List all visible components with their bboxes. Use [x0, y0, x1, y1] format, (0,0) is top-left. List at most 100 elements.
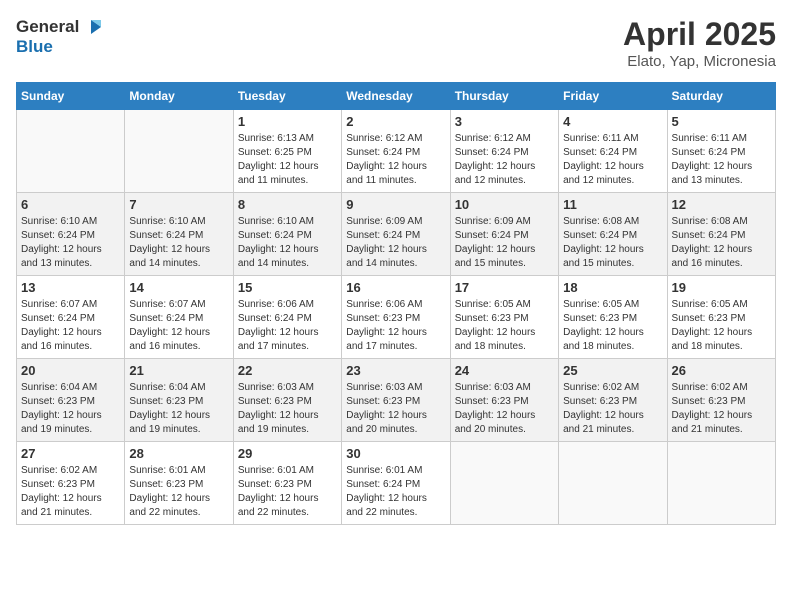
- calendar-cell: 28 Sunrise: 6:01 AM Sunset: 6:23 PM Dayli…: [125, 442, 233, 525]
- calendar-cell: 13 Sunrise: 6:07 AM Sunset: 6:24 PM Dayli…: [17, 276, 125, 359]
- calendar-table: SundayMondayTuesdayWednesdayThursdayFrid…: [16, 82, 776, 525]
- calendar-cell: 4 Sunrise: 6:11 AM Sunset: 6:24 PM Daylig…: [559, 110, 667, 193]
- day-number: 25: [563, 363, 662, 378]
- day-number: 18: [563, 280, 662, 295]
- day-info: Sunrise: 6:11 AM Sunset: 6:24 PM Dayligh…: [563, 132, 662, 188]
- calendar-cell: 30Sunrise: 6:01 AM Sunset: 6:24 PM Dayli…: [342, 442, 450, 525]
- day-info: Sunrise: 6:02 AM Sunset: 6:23 PM Dayligh…: [21, 464, 120, 520]
- calendar-cell: [667, 442, 775, 525]
- day-info: Sunrise: 6:02 AM Sunset: 6:23 PM Dayligh…: [563, 381, 662, 437]
- weekday-header-monday: Monday: [125, 83, 233, 110]
- day-number: 5: [672, 114, 771, 129]
- calendar-week-row: 27 Sunrise: 6:02 AM Sunset: 6:23 PM Dayli…: [17, 442, 776, 525]
- day-number: 1: [238, 114, 337, 129]
- page-header: General Blue April 2025 Elato, Yap, Micr…: [16, 16, 776, 70]
- day-number: 17: [455, 280, 554, 295]
- calendar-cell: [17, 110, 125, 193]
- calendar-header-row: SundayMondayTuesdayWednesdayThursdayFrid…: [17, 83, 776, 110]
- day-number: 26: [672, 363, 771, 378]
- day-number: 14: [129, 280, 228, 295]
- day-number: 2: [346, 114, 445, 129]
- day-info: Sunrise: 6:10 AM Sunset: 6:24 PM Dayligh…: [129, 215, 228, 271]
- day-info: Sunrise: 6:11 AM Sunset: 6:24 PM Dayligh…: [672, 132, 771, 188]
- calendar-cell: 26 Sunrise: 6:02 AM Sunset: 6:23 PM Dayli…: [667, 359, 775, 442]
- calendar-cell: 3 Sunrise: 6:12 AM Sunset: 6:24 PM Daylig…: [450, 110, 558, 193]
- day-info: Sunrise: 6:09 AM Sunset: 6:24 PM Dayligh…: [346, 215, 445, 271]
- day-info: Sunrise: 6:12 AM Sunset: 6:24 PM Dayligh…: [346, 132, 445, 188]
- day-number: 4: [563, 114, 662, 129]
- weekday-header-saturday: Saturday: [667, 83, 775, 110]
- day-info: Sunrise: 6:03 AM Sunset: 6:23 PM Dayligh…: [238, 381, 337, 437]
- calendar-cell: 19 Sunrise: 6:05 AM Sunset: 6:23 PM Dayli…: [667, 276, 775, 359]
- logo-blue-text: Blue: [16, 38, 103, 57]
- calendar-week-row: 6 Sunrise: 6:10 AM Sunset: 6:24 PM Daylig…: [17, 193, 776, 276]
- calendar-cell: 17Sunrise: 6:05 AM Sunset: 6:23 PM Dayli…: [450, 276, 558, 359]
- calendar-cell: 29Sunrise: 6:01 AM Sunset: 6:23 PM Dayli…: [233, 442, 341, 525]
- day-number: 9: [346, 197, 445, 212]
- day-number: 11: [563, 197, 662, 212]
- calendar-cell: 2 Sunrise: 6:12 AM Sunset: 6:24 PM Daylig…: [342, 110, 450, 193]
- calendar-cell: [125, 110, 233, 193]
- day-info: Sunrise: 6:04 AM Sunset: 6:23 PM Dayligh…: [21, 381, 120, 437]
- weekday-header-sunday: Sunday: [17, 83, 125, 110]
- calendar-cell: 18 Sunrise: 6:05 AM Sunset: 6:23 PM Dayli…: [559, 276, 667, 359]
- calendar-cell: [450, 442, 558, 525]
- day-info: Sunrise: 6:12 AM Sunset: 6:24 PM Dayligh…: [455, 132, 554, 188]
- day-info: Sunrise: 6:02 AM Sunset: 6:23 PM Dayligh…: [672, 381, 771, 437]
- day-number: 28: [129, 446, 228, 461]
- day-number: 7: [129, 197, 228, 212]
- month-title: April 2025: [623, 16, 776, 53]
- day-info: Sunrise: 6:10 AM Sunset: 6:24 PM Dayligh…: [238, 215, 337, 271]
- day-info: Sunrise: 6:03 AM Sunset: 6:23 PM Dayligh…: [455, 381, 554, 437]
- weekday-header-wednesday: Wednesday: [342, 83, 450, 110]
- weekday-header-thursday: Thursday: [450, 83, 558, 110]
- calendar-cell: [559, 442, 667, 525]
- calendar-cell: 24 Sunrise: 6:03 AM Sunset: 6:23 PM Dayli…: [450, 359, 558, 442]
- day-number: 27: [21, 446, 120, 461]
- weekday-header-tuesday: Tuesday: [233, 83, 341, 110]
- day-info: Sunrise: 6:08 AM Sunset: 6:24 PM Dayligh…: [672, 215, 771, 271]
- calendar-cell: 15Sunrise: 6:06 AM Sunset: 6:24 PM Dayli…: [233, 276, 341, 359]
- calendar-cell: 8 Sunrise: 6:10 AM Sunset: 6:24 PM Daylig…: [233, 193, 341, 276]
- day-number: 12: [672, 197, 771, 212]
- logo-arrow-icon: [81, 16, 103, 38]
- calendar-cell: 6 Sunrise: 6:10 AM Sunset: 6:24 PM Daylig…: [17, 193, 125, 276]
- day-info: Sunrise: 6:07 AM Sunset: 6:24 PM Dayligh…: [129, 298, 228, 354]
- calendar-cell: 23 Sunrise: 6:03 AM Sunset: 6:23 PM Dayli…: [342, 359, 450, 442]
- day-number: 24: [455, 363, 554, 378]
- day-info: Sunrise: 6:05 AM Sunset: 6:23 PM Dayligh…: [672, 298, 771, 354]
- logo-general-text: General: [16, 18, 79, 37]
- day-info: Sunrise: 6:08 AM Sunset: 6:24 PM Dayligh…: [563, 215, 662, 271]
- logo: General Blue: [16, 16, 103, 57]
- day-number: 29: [238, 446, 337, 461]
- day-number: 20: [21, 363, 120, 378]
- calendar-cell: 20 Sunrise: 6:04 AM Sunset: 6:23 PM Dayli…: [17, 359, 125, 442]
- calendar-week-row: 13 Sunrise: 6:07 AM Sunset: 6:24 PM Dayli…: [17, 276, 776, 359]
- calendar-cell: 25 Sunrise: 6:02 AM Sunset: 6:23 PM Dayli…: [559, 359, 667, 442]
- day-info: Sunrise: 6:13 AM Sunset: 6:25 PM Dayligh…: [238, 132, 337, 188]
- calendar-cell: 27 Sunrise: 6:02 AM Sunset: 6:23 PM Dayli…: [17, 442, 125, 525]
- weekday-header-friday: Friday: [559, 83, 667, 110]
- calendar-cell: 21 Sunrise: 6:04 AM Sunset: 6:23 PM Dayli…: [125, 359, 233, 442]
- calendar-cell: 1 Sunrise: 6:13 AM Sunset: 6:25 PM Daylig…: [233, 110, 341, 193]
- day-info: Sunrise: 6:01 AM Sunset: 6:24 PM Dayligh…: [346, 464, 445, 520]
- day-number: 3: [455, 114, 554, 129]
- calendar-cell: 12 Sunrise: 6:08 AM Sunset: 6:24 PM Dayli…: [667, 193, 775, 276]
- location-title: Elato, Yap, Micronesia: [623, 53, 776, 70]
- day-number: 19: [672, 280, 771, 295]
- day-number: 15: [238, 280, 337, 295]
- calendar-cell: 16Sunrise: 6:06 AM Sunset: 6:23 PM Dayli…: [342, 276, 450, 359]
- day-info: Sunrise: 6:03 AM Sunset: 6:23 PM Dayligh…: [346, 381, 445, 437]
- day-info: Sunrise: 6:07 AM Sunset: 6:24 PM Dayligh…: [21, 298, 120, 354]
- day-info: Sunrise: 6:10 AM Sunset: 6:24 PM Dayligh…: [21, 215, 120, 271]
- calendar-cell: 22 Sunrise: 6:03 AM Sunset: 6:23 PM Dayli…: [233, 359, 341, 442]
- day-number: 22: [238, 363, 337, 378]
- day-number: 6: [21, 197, 120, 212]
- day-number: 21: [129, 363, 228, 378]
- day-number: 8: [238, 197, 337, 212]
- day-info: Sunrise: 6:04 AM Sunset: 6:23 PM Dayligh…: [129, 381, 228, 437]
- day-info: Sunrise: 6:01 AM Sunset: 6:23 PM Dayligh…: [129, 464, 228, 520]
- day-number: 13: [21, 280, 120, 295]
- day-number: 23: [346, 363, 445, 378]
- day-info: Sunrise: 6:05 AM Sunset: 6:23 PM Dayligh…: [563, 298, 662, 354]
